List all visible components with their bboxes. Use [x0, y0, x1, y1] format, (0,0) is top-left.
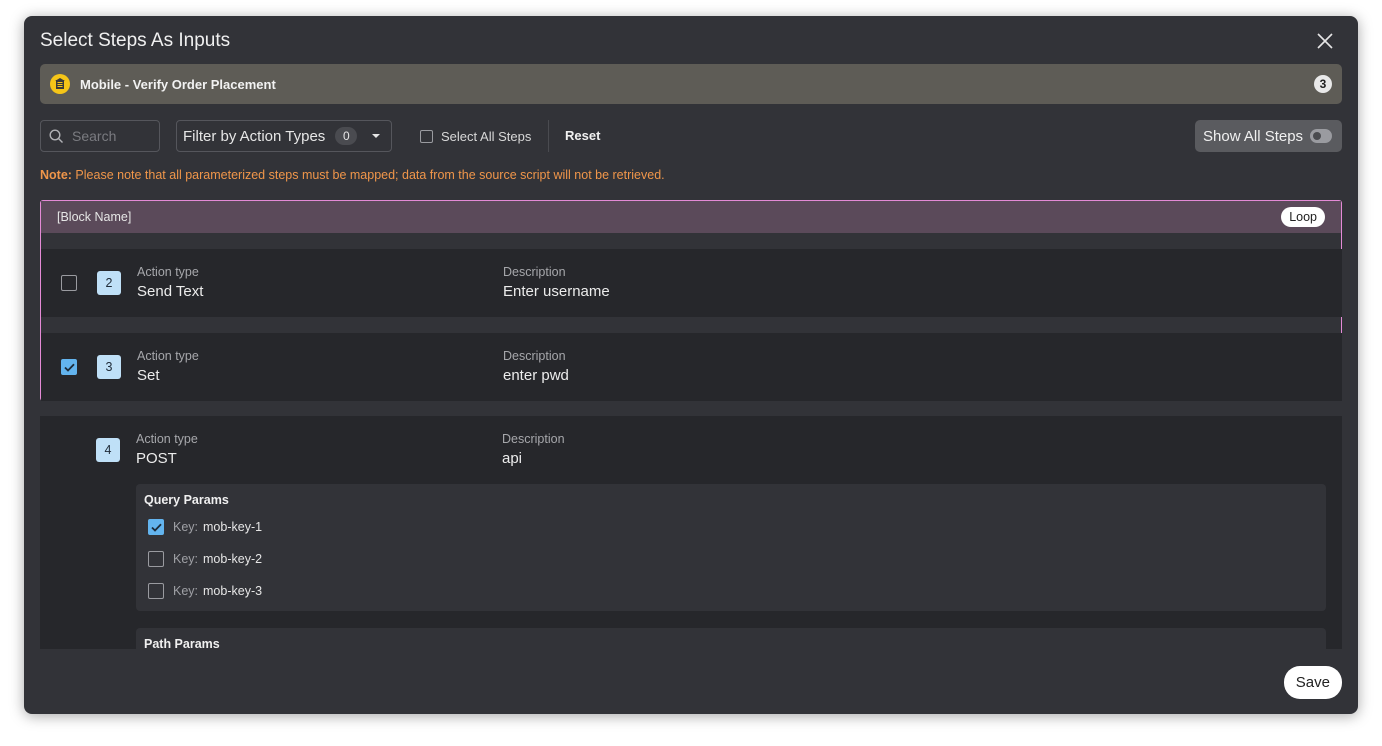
select-all-label: Select All Steps [441, 128, 532, 144]
action-type-value: Set [137, 367, 160, 384]
check-icon [150, 523, 162, 532]
close-icon [1317, 33, 1333, 49]
path-params-title: Path Params [144, 637, 220, 649]
select-all-checkbox[interactable] [420, 129, 433, 143]
key-label: Key: [173, 520, 199, 534]
description-value: enter pwd [503, 367, 569, 384]
loop-block: [Block Name] Loop 2 Action type Send Tex… [40, 200, 1342, 401]
description-value: Enter username [503, 283, 610, 300]
path-params-section: Path Params [136, 628, 1326, 649]
show-all-steps-toggle[interactable]: Show All Steps [1195, 120, 1342, 152]
block-header: [Block Name] Loop [41, 201, 1341, 233]
step-number-badge: 3 [97, 355, 121, 379]
param-checkbox[interactable] [148, 519, 164, 535]
toolbar: Filter by Action Types 0 Select All Step… [40, 120, 1342, 152]
script-icon [50, 74, 70, 94]
step-checkbox[interactable] [61, 359, 77, 375]
search-icon [49, 128, 63, 143]
script-step-count-badge: 3 [1314, 75, 1332, 93]
step-row: 3 Action type Set Description enter pwd [41, 333, 1342, 401]
key-value: mob-key-1 [203, 520, 263, 534]
description-label: Description [503, 265, 566, 279]
param-checkbox[interactable] [148, 551, 164, 567]
check-icon [63, 363, 75, 372]
param-row[interactable]: Key: mob-key-1 [148, 519, 262, 535]
description-label: Description [502, 432, 565, 446]
note-prefix: Note: [40, 168, 72, 182]
description-label: Description [503, 349, 566, 363]
action-type-label: Action type [136, 432, 198, 446]
key-value: mob-key-2 [203, 552, 263, 566]
note-text: Please note that all parameterized steps… [71, 168, 665, 182]
caret-down-icon [372, 134, 380, 138]
action-type-value: Send Text [137, 283, 204, 300]
mapping-note: Note: Please note that all parameterized… [40, 168, 665, 182]
description-value: api [502, 450, 523, 467]
script-name: Mobile - Verify Order Placement [80, 76, 276, 92]
filter-count-badge: 0 [335, 127, 358, 145]
action-type-label: Action type [137, 349, 199, 363]
close-button[interactable] [1314, 30, 1336, 52]
step-number-badge: 2 [97, 271, 121, 295]
key-label: Key: [173, 584, 199, 598]
select-steps-modal: Select Steps As Inputs Mobile - Verify O… [24, 16, 1358, 714]
filter-action-types-dropdown[interactable]: Filter by Action Types 0 [176, 120, 392, 152]
show-all-label: Show All Steps [1203, 127, 1304, 145]
loop-badge: Loop [1281, 207, 1325, 227]
param-row[interactable]: Key: mob-key-2 [148, 551, 262, 567]
param-checkbox[interactable] [148, 583, 164, 599]
key-value: mob-key-3 [203, 584, 263, 598]
param-row[interactable]: Key: mob-key-3 [148, 583, 262, 599]
action-type-value: POST [136, 450, 177, 467]
step-row: 4 Action type POST Description api Query… [40, 416, 1342, 649]
script-bar[interactable]: Mobile - Verify Order Placement 3 [40, 64, 1342, 104]
toggle-switch[interactable] [1310, 129, 1332, 143]
block-name: [Block Name] [57, 210, 132, 224]
select-all-steps[interactable]: Select All Steps [420, 120, 531, 152]
query-params-title: Query Params [144, 493, 229, 507]
steps-list[interactable]: [Block Name] Loop 2 Action type Send Tex… [40, 200, 1342, 649]
filter-label: Filter by Action Types [183, 127, 326, 145]
step-number-badge: 4 [96, 438, 120, 462]
step-row: 2 Action type Send Text Description Ente… [41, 249, 1342, 317]
save-button[interactable]: Save [1283, 666, 1342, 699]
modal-title: Select Steps As Inputs [40, 30, 231, 51]
search-box[interactable] [40, 120, 160, 152]
query-params-section: Query Params Key: mob-key-1 Key: mob-key… [136, 484, 1326, 611]
reset-button[interactable]: Reset [565, 128, 600, 143]
step-checkbox[interactable] [61, 275, 77, 291]
action-type-label: Action type [137, 265, 199, 279]
toolbar-divider [548, 120, 549, 152]
search-input[interactable] [72, 128, 156, 144]
key-label: Key: [173, 552, 199, 566]
